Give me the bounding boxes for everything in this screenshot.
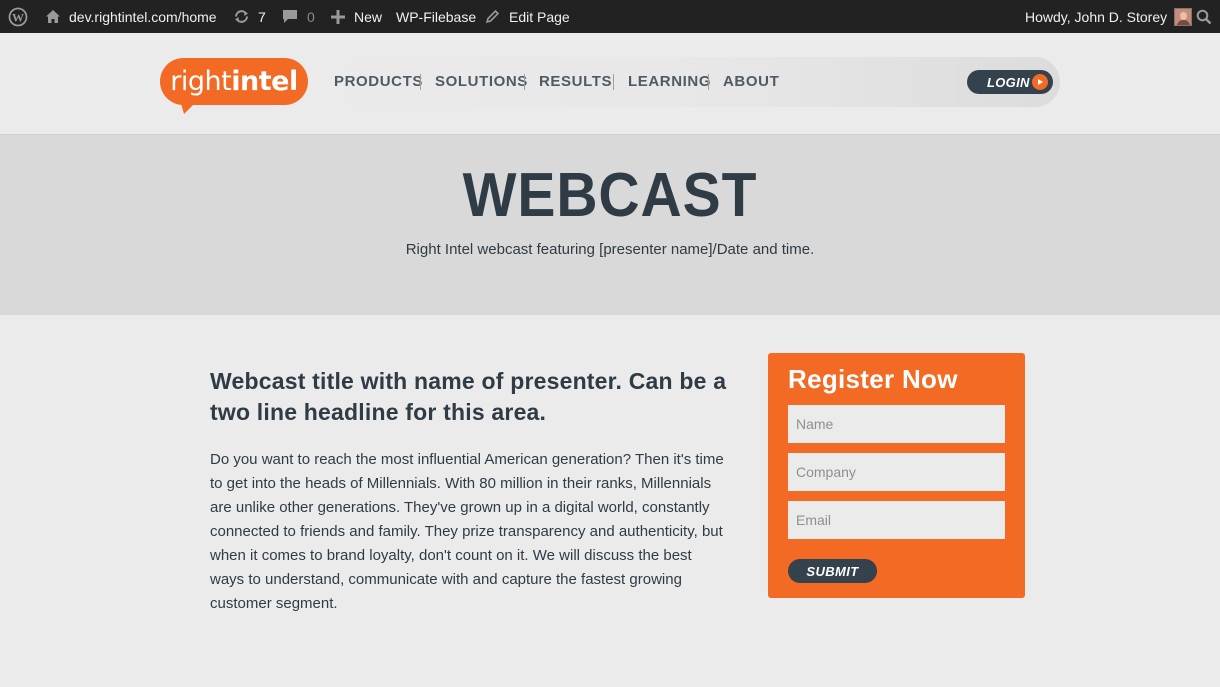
company-field[interactable] [788,453,1005,491]
play-arrow-icon [1032,74,1048,90]
wp-filebase-label: WP-Filebase [396,8,477,25]
submit-label: SUBMIT [806,563,859,579]
nav-divider [524,74,525,90]
logo-bold-text: intel [231,66,298,97]
nav-about[interactable]: ABOUT [723,73,779,90]
site-home-link[interactable]: dev.rightintel.com/home [45,0,217,33]
comments-count: 0 [307,8,315,25]
logo-wordmark: rightintel [170,66,298,97]
webcast-description: Do you want to reach the most influentia… [210,451,724,612]
comments-link[interactable]: 0 [282,0,315,33]
avatar [1174,7,1193,26]
search-icon[interactable] [1196,0,1212,33]
nav-divider [420,74,421,90]
wp-filebase-menu[interactable]: WP-Filebase [396,0,476,33]
updates-count: 7 [258,8,266,25]
wp-admin-bar: W dev.rightintel.com/home 7 0 New WP-Fil… [0,0,1220,33]
new-content-menu[interactable]: New [331,0,382,33]
plus-icon [331,9,345,24]
howdy-label: Howdy, John D. Storey [1025,8,1168,25]
wordpress-logo-icon[interactable]: W [8,0,28,33]
name-field[interactable] [788,405,1005,443]
nav-results[interactable]: RESULTS [539,73,612,90]
webcast-headline: Webcast title with name of presenter. Ca… [210,368,727,425]
refresh-icon [233,9,250,24]
site-url-label: dev.rightintel.com/home [69,8,217,25]
nav-solutions[interactable]: SOLUTIONS [435,73,528,90]
email-field[interactable] [788,501,1005,539]
edit-page-label: Edit Page [509,8,570,25]
page-title: WEBCAST [462,161,758,230]
comment-bubble-icon [282,9,298,24]
rightintel-logo[interactable]: rightintel [160,58,308,105]
new-label: New [354,8,383,25]
edit-page-link[interactable]: Edit Page [485,0,570,33]
logo-speech-tail [180,100,198,114]
svg-text:W: W [12,10,24,24]
updates-link[interactable]: 7 [233,0,266,33]
nav-products[interactable]: PRODUCTS [334,73,423,90]
submit-button[interactable]: SUBMIT [788,559,877,583]
nav-learning[interactable]: LEARNING [628,73,711,90]
account-menu[interactable]: Howdy, John D. Storey [1025,0,1193,33]
page-subtitle: Right Intel webcast featuring [presenter… [405,241,815,258]
pencil-icon [485,9,500,24]
login-button[interactable]: LOGIN [967,70,1053,94]
register-heading: Register Now [788,364,958,394]
logo-light-text: right [170,66,232,97]
nav-divider [708,74,709,90]
home-icon [45,9,61,24]
nav-divider [613,74,614,90]
login-label: LOGIN [987,74,1030,90]
